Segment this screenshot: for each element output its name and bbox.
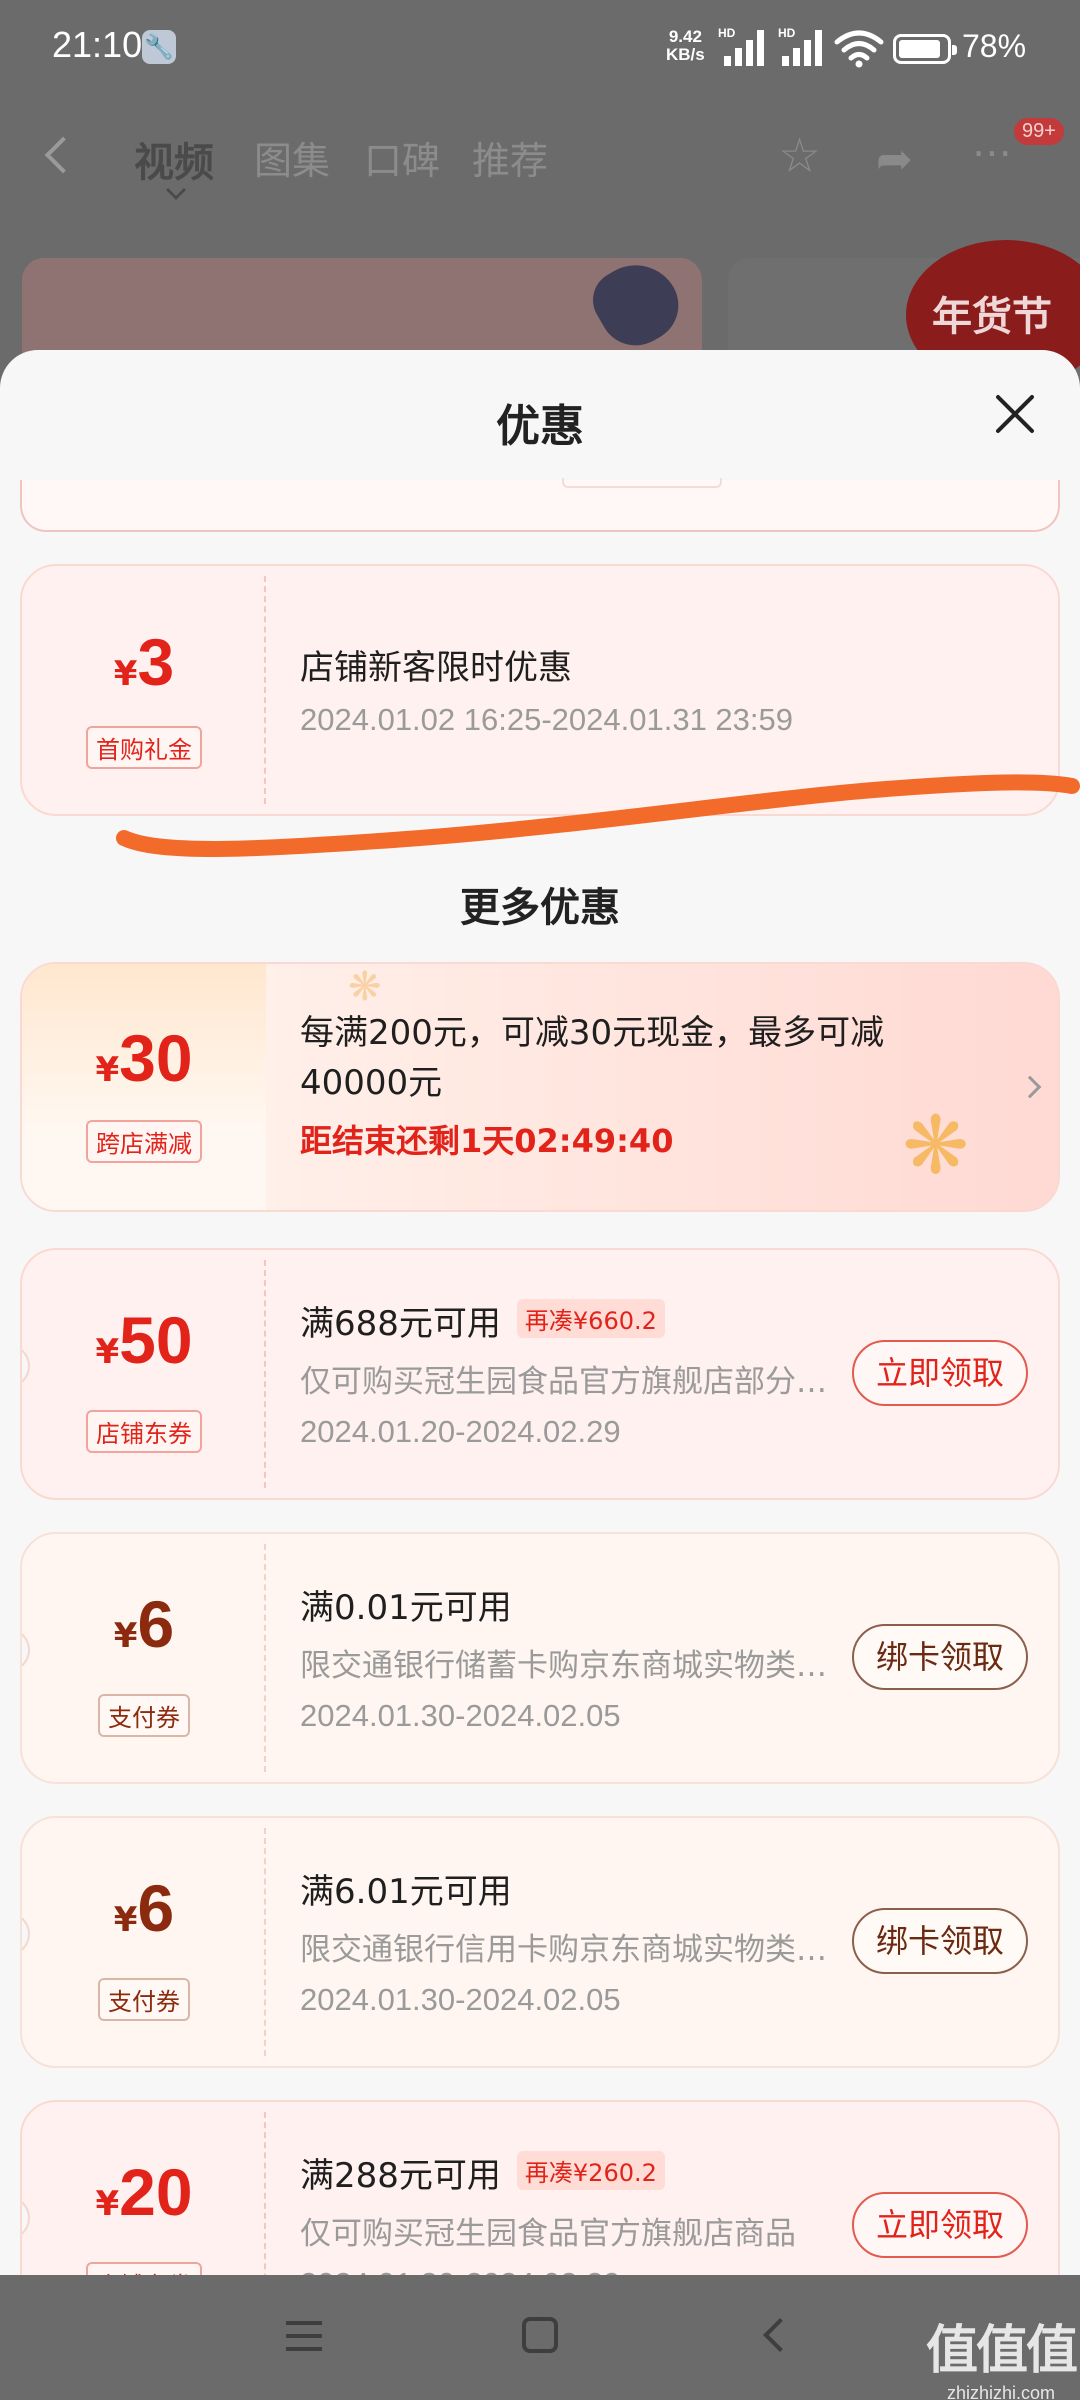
coupon-sheet: 优惠 ¥3 首购礼金 店铺新客限时优惠 2024.01.02 16:25-202… [0,350,1080,2275]
status-bar: 21:10 🔧 9.42 KB/s HD HD 78% [0,0,1080,100]
candy-image [582,249,692,359]
coupon-amount: ¥20 [95,2155,193,2229]
battery-percent: 78% [962,28,1027,64]
watermark: 值值值 zhizhizhi.com [926,2321,1078,2400]
coupon-threshold: 满688元可用 再凑¥660.2 [300,1296,665,1345]
wrench-icon: 🔧 [142,30,176,64]
battery-icon [893,34,957,64]
coupon-validity: 2024.01.30-2024.02.29 [300,2266,621,2275]
firework-decoration-icon: ❋ [902,1099,970,1192]
coupon-threshold: 满0.01元可用 [300,1588,512,1628]
notification-badge: 99+ [1014,118,1064,145]
close-icon[interactable] [993,392,1037,436]
tab-reviews[interactable]: 口碑 [364,130,440,185]
coupon-validity: 2024.01.02 16:25-2024.01.31 23:59 [300,702,794,737]
tab-video[interactable]: 视频 [134,130,214,188]
promo-countdown: 距结束还剩1天02:49:40 [300,1122,674,1160]
background-nav: 视频 图集 口碑 推荐 ☆ ➦ ⋯ 99+ [0,100,1080,240]
coupon-scope: 限交通银行信用卡购京东商城实物类商品 [300,1932,834,1968]
home-icon[interactable] [522,2317,558,2353]
signal-icon-1 [724,30,774,66]
more-icon[interactable]: ⋯ [972,130,1012,176]
tab-recommend[interactable]: 推荐 [472,130,548,185]
coupon-type-tag: 支付券 [98,1978,190,2021]
coupon-card: ¥6 支付券 满0.01元可用 限交通银行储蓄卡购京东商城实物类商品 2024.… [20,1532,1060,1784]
coupon-scope: 仅可购买冠生园食品官方旗舰店商品 [300,2216,796,2252]
coupon-threshold: 满6.01元可用 [300,1872,512,1912]
coupon-amount: ¥6 [113,1587,175,1661]
recent-apps-icon[interactable] [286,2321,322,2351]
promo-title: 每满200元，可减30元现金，最多可减40000元 [300,1013,885,1103]
coupon-card: ¥20 店铺东券 满288元可用再凑¥260.2 仅可购买冠生园食品官方旗舰店商… [20,2100,1060,2275]
wifi-icon [834,30,884,68]
signal-icon-2 [782,30,832,66]
status-time: 21:10 [52,24,143,65]
network-speed-unit: KB/s [666,45,705,64]
network-speed: 9.42 KB/s [666,28,705,64]
previous-coupon-card-edge [20,478,1060,532]
coupon-gap-hint: 再凑¥660.2 [516,1299,665,1338]
coupon-card: ¥50 店铺东券 满688元可用 再凑¥660.2 仅可购买冠生园食品官方旗舰店部… [20,1248,1060,1500]
coupon-card: ¥6 支付券 满6.01元可用 限交通银行信用卡购京东商城实物类商品 2024.… [20,1816,1060,2068]
coupon-validity: 2024.01.30-2024.02.05 [300,1982,621,2017]
coupon-threshold: 满288元可用 再凑¥260.2 [300,2148,665,2197]
coupon-validity: 2024.01.20-2024.02.29 [300,1414,621,1449]
promo-amount: ¥30 [95,1021,193,1095]
promo-type-tag: 跨店满减 [86,1120,202,1163]
coupon-amount: ¥3 [113,625,175,699]
share-icon[interactable]: ➦ [876,134,913,185]
coupon-validity: 2024.01.30-2024.02.05 [300,1698,621,1733]
coupon-type-tag: 店铺东券 [86,2262,202,2275]
bind-card-claim-button[interactable]: 绑卡领取 [851,1908,1028,1974]
system-nav-bar [0,2275,1080,2400]
back-icon[interactable] [44,136,82,174]
favorite-star-icon[interactable]: ☆ [778,128,821,184]
cross-store-promo-card[interactable]: ❋ ¥30 跨店满减 每满200元，可减30元现金，最多可减40000元 距结束… [20,962,1060,1212]
more-offers-heading: 更多优惠 [460,885,620,931]
coupon-amount: ¥50 [95,1303,193,1377]
coupon-title: 店铺新客限时优惠 [300,648,572,688]
network-speed-value: 9.42 [668,27,702,46]
firework-decoration-icon: ❋ [348,964,382,1010]
claim-coupon-button[interactable]: 立即领取 [851,2192,1028,2258]
coupon-type-tag: 首购礼金 [86,726,202,769]
coupon-gap-hint: 再凑¥260.2 [516,2151,665,2190]
coupon-amount: ¥6 [113,1871,175,1945]
sheet-title: 优惠 [496,401,584,452]
chevron-right-icon[interactable] [1018,1075,1042,1099]
coupon-scope: 仅可购买冠生园食品官方旗舰店部分商品 [300,1364,834,1400]
bind-card-claim-button[interactable]: 绑卡领取 [851,1624,1028,1690]
coupon-card-new-customer: ¥3 首购礼金 店铺新客限时优惠 2024.01.02 16:25-2024.0… [20,564,1060,816]
tab-gallery[interactable]: 图集 [254,130,330,185]
coupon-type-tag: 支付券 [98,1694,190,1737]
back-nav-icon[interactable] [763,2318,797,2352]
coupon-scope: 限交通银行储蓄卡购京东商城实物类商品 [300,1648,834,1684]
coupon-type-tag: 店铺东券 [86,1410,202,1453]
claim-coupon-button[interactable]: 立即领取 [851,1340,1028,1406]
